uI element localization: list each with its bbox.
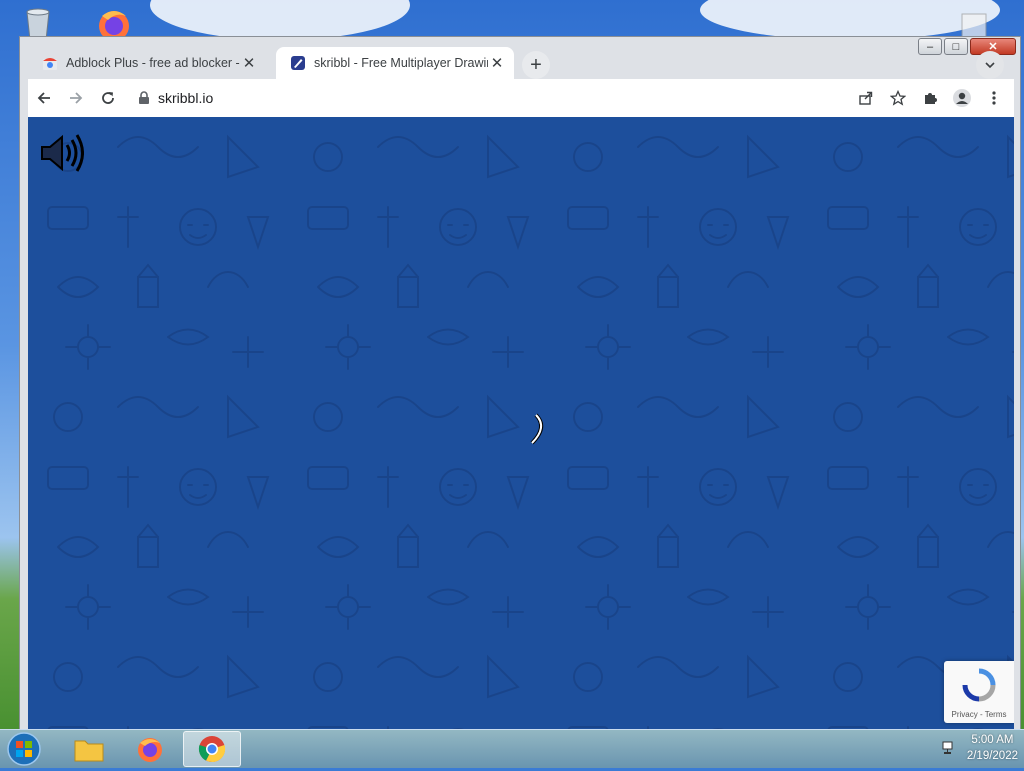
toolbar-actions <box>850 82 1010 114</box>
profile-button[interactable] <box>946 82 978 114</box>
share-button[interactable] <box>850 82 882 114</box>
puzzle-icon <box>925 93 937 104</box>
firefox-icon <box>138 738 162 762</box>
browser-toolbar: skribbl.io <box>28 79 1014 117</box>
loading-spinner-icon <box>528 413 548 447</box>
start-button[interactable] <box>4 732 44 766</box>
tab-title: Adblock Plus - free ad blocker - Chrome … <box>66 56 240 70</box>
kebab-menu-icon <box>992 91 996 105</box>
chevron-down-icon <box>985 62 995 69</box>
taskbar-file-explorer[interactable] <box>60 731 118 767</box>
chrome-web-store-icon <box>42 55 58 71</box>
network-icon[interactable] <box>941 740 957 756</box>
doodle-background <box>28 117 1014 729</box>
taskbar-chrome[interactable] <box>183 731 241 767</box>
tab-adblock-plus[interactable]: Adblock Plus - free ad blocker - Chrome … <box>28 47 266 79</box>
clock-time: 5:00 AM <box>971 734 1014 746</box>
chrome-icon <box>198 736 226 763</box>
back-button[interactable] <box>28 82 60 114</box>
share-icon <box>859 91 873 105</box>
tab-search-button[interactable] <box>976 51 1004 79</box>
clock[interactable]: 5:00 AM 2/19/2022 <box>967 732 1018 764</box>
lock-icon <box>139 91 149 104</box>
reload-icon <box>102 92 114 104</box>
profile-icon <box>953 89 971 107</box>
recaptcha-icon <box>962 668 996 702</box>
url-text: skribbl.io <box>158 90 214 106</box>
tab-skribbl[interactable]: skribbl - Free Multiplayer Drawing & Gue… <box>276 47 514 79</box>
folder-icon <box>74 740 104 762</box>
recaptcha-badge[interactable]: Privacy - Terms <box>944 661 1014 723</box>
speaker-icon <box>41 134 84 172</box>
clock-date: 2/19/2022 <box>966 750 1018 762</box>
taskbar: 5:00 AM 2/19/2022 <box>0 729 1024 768</box>
plus-icon: + <box>530 53 542 76</box>
skribbl-favicon-icon <box>290 55 306 71</box>
new-tab-button[interactable]: + <box>522 51 550 79</box>
forward-arrow-icon <box>70 92 83 104</box>
tab-title: skribbl - Free Multiplayer Drawing & Gue… <box>314 56 488 70</box>
windows-logo-icon <box>7 732 41 766</box>
chrome-window: – □ ✕ Adblock Plus - free ad blocker - C… <box>19 36 1021 730</box>
extensions-button[interactable] <box>914 82 946 114</box>
cloud <box>150 0 410 40</box>
page-viewport: Privacy - Terms <box>28 117 1014 729</box>
tab-strip: Adblock Plus - free ad blocker - Chrome … <box>28 45 1012 79</box>
close-tab-icon[interactable]: ✕ <box>240 54 258 72</box>
star-icon <box>890 90 906 106</box>
reload-button[interactable] <box>92 82 124 114</box>
back-arrow-icon <box>37 92 50 104</box>
forward-button[interactable] <box>60 82 92 114</box>
taskbar-firefox[interactable] <box>121 731 179 767</box>
address-bar[interactable]: skribbl.io <box>138 83 914 113</box>
sound-toggle-button[interactable] <box>38 131 84 175</box>
system-tray: 5:00 AM 2/19/2022 <box>941 732 1018 764</box>
recaptcha-terms[interactable]: Privacy - Terms <box>944 710 1014 719</box>
close-tab-icon[interactable]: ✕ <box>488 54 506 72</box>
bookmark-button[interactable] <box>882 82 914 114</box>
chrome-menu-button[interactable] <box>978 82 1010 114</box>
